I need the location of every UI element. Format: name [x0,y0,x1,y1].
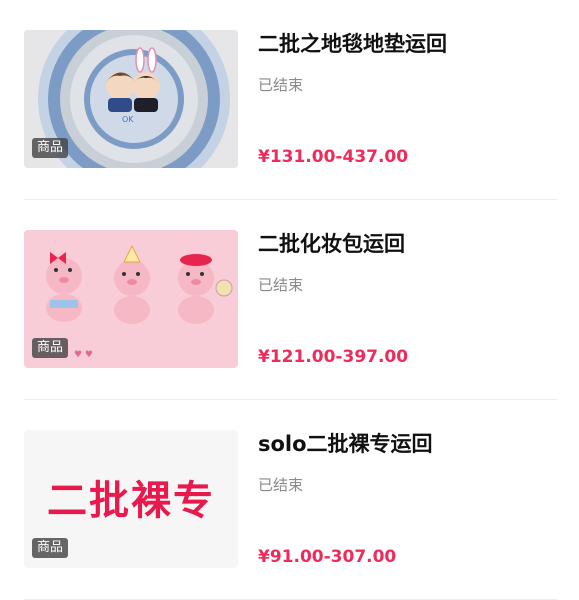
product-title[interactable]: 二批之地毯地垫运回 [258,30,447,58]
product-title[interactable]: solo二批裸专运回 [258,430,433,458]
character-left [106,72,134,112]
product-thumbnail[interactable]: OK 商品 [24,30,238,168]
product-badge: 商品 [32,338,69,358]
product-price: ¥91.00-307.00 [258,547,397,567]
product-thumbnail[interactable]: 二批裸专 商品 [24,430,238,568]
product-status: 已结束 [258,476,304,494]
product-status: 已结束 [258,276,304,294]
thumbnail-text: 二批裸专 [47,478,215,524]
product-thumbnail[interactable]: ♥ ♥ 商品 [24,230,238,368]
svg-text:OK: OK [122,115,134,124]
image-caption-decoration: ♥ ♥ [74,350,93,360]
product-badge: 商品 [32,538,69,558]
product-status: 已结束 [258,76,304,94]
product-card[interactable]: OK 商品 二批之地毯地垫运回 已结束 ¥131.00-437.00 [0,0,579,200]
product-card[interactable]: ♥ ♥ 商品 二批化妆包运回 已结束 ¥121.00-397.00 [0,200,579,400]
product-price: ¥131.00-437.00 [258,147,409,167]
product-title[interactable]: 二批化妆包运回 [258,230,405,258]
product-list: OK 商品 二批之地毯地垫运回 已结束 ¥131.00-437.00 ♥ ♥ 商… [0,0,579,600]
product-card[interactable]: 二批裸专 商品 solo二批裸专运回 已结束 ¥91.00-307.00 [0,400,579,600]
product-price: ¥121.00-397.00 [258,347,409,367]
product-badge: 商品 [32,138,69,158]
